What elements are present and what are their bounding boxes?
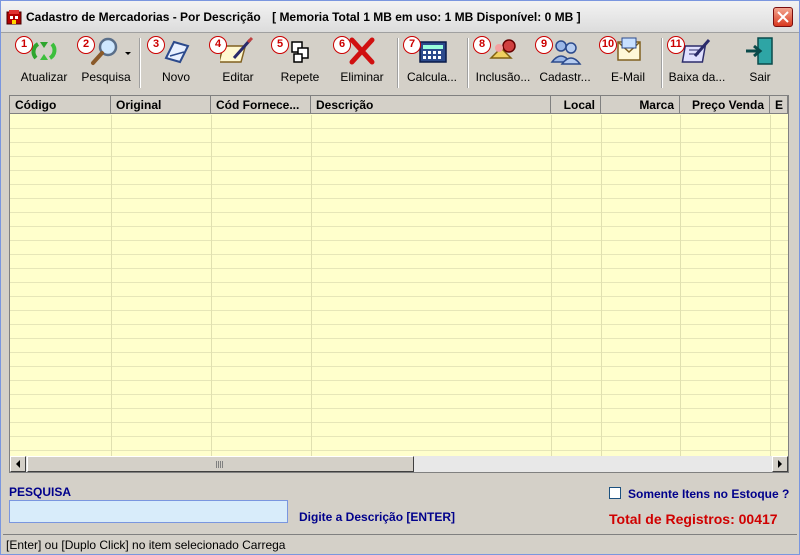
scroll-left-button[interactable] (10, 456, 26, 472)
products-grid[interactable]: Código Original Cód Fornece... Descrição… (9, 95, 789, 473)
shortcut-badge: 4 (209, 36, 227, 54)
app-icon (6, 10, 22, 25)
shortcut-badge: 2 (77, 36, 95, 54)
toolbar: 1 Atualizar 2 Pesquisa 3 Novo 4 Editar 5… (5, 34, 797, 91)
delete-button[interactable]: 6 Eliminar (333, 34, 391, 90)
repeat-button[interactable]: 5 Repete (271, 34, 329, 90)
arrow-left-icon (16, 460, 20, 468)
users-icon (550, 40, 582, 65)
toolbar-separator (397, 38, 399, 88)
download-button[interactable]: 11 Baixa da... (667, 34, 727, 90)
column-header-local[interactable]: Local (551, 96, 601, 114)
shortcut-badge: 10 (599, 36, 617, 54)
shortcut-badge: 8 (473, 36, 491, 54)
new-button[interactable]: 3 Novo (147, 34, 205, 90)
edit-button[interactable]: 4 Editar (209, 34, 267, 90)
shortcut-badge: 9 (535, 36, 553, 54)
search-button[interactable]: 2 Pesquisa (77, 34, 135, 90)
main-window: Cadastro de Mercadorias - Por Descrição … (0, 0, 800, 555)
shortcut-badge: 3 (147, 36, 165, 54)
toolbar-label: Baixa da... (668, 70, 726, 84)
shortcut-badge: 1 (15, 36, 33, 54)
column-header-codigo[interactable]: Código (10, 96, 111, 114)
scroll-right-button[interactable] (772, 456, 788, 472)
toolbar-separator (139, 38, 141, 88)
arrow-right-icon (778, 460, 782, 468)
column-header-e[interactable]: E (770, 96, 788, 114)
memory-info: [ Memoria Total 1 MB em uso: 1 MB Dispon… (272, 10, 581, 24)
horizontal-scrollbar[interactable] (10, 456, 788, 472)
scrollbar-thumb[interactable] (27, 456, 414, 472)
shortcut-badge: 5 (271, 36, 289, 54)
grid-body[interactable] (10, 115, 788, 456)
toolbar-label: Inclusão... (475, 70, 531, 84)
shortcut-badge: 11 (667, 36, 685, 54)
status-bar: [Enter] ou [Duplo Click] no item selecio… (3, 534, 797, 554)
search-hint: Digite a Descrição [ENTER] (299, 510, 456, 524)
stock-only-checkbox[interactable] (609, 487, 621, 499)
title-bar: Cadastro de Mercadorias - Por Descrição … (1, 1, 799, 33)
shortcut-badge: 7 (403, 36, 421, 54)
toolbar-label: Repete (280, 70, 320, 84)
shortcut-badge: 6 (333, 36, 351, 54)
download-icon (681, 39, 711, 63)
dropdown-arrow-icon[interactable] (125, 52, 131, 56)
toolbar-label: Calcula... (406, 70, 458, 84)
inclusion-icon (489, 39, 516, 59)
toolbar-separator (661, 38, 663, 88)
inclusion-button[interactable]: 8 Inclusão... (473, 34, 533, 90)
toolbar-label: Atualizar (20, 70, 68, 84)
status-text: [Enter] ou [Duplo Click] no item selecio… (6, 538, 286, 552)
close-button[interactable] (773, 7, 793, 27)
column-header-preco-venda[interactable]: Preço Venda (680, 96, 770, 114)
search-label: PESQUISA (9, 485, 72, 499)
total-records: Total de Registros: 00417 (609, 511, 778, 527)
column-header-original[interactable]: Original (111, 96, 211, 114)
refresh-button[interactable]: 1 Atualizar (15, 34, 73, 90)
window-title: Cadastro de Mercadorias - Por Descrição … (26, 10, 581, 24)
column-header-marca[interactable]: Marca (601, 96, 680, 114)
toolbar-label: Pesquisa (81, 70, 131, 84)
toolbar-label: Sair (749, 70, 771, 84)
window-title-text: Cadastro de Mercadorias - Por Descrição (26, 10, 261, 24)
calculator-button[interactable]: 7 Calcula... (403, 34, 461, 90)
close-icon (777, 11, 789, 23)
register-button[interactable]: 9 Cadastr... (535, 34, 595, 90)
exit-icon (746, 37, 773, 65)
grid-header: Código Original Cód Fornece... Descrição… (10, 96, 788, 114)
toolbar-label: Editar (222, 70, 254, 84)
exit-button[interactable]: Sair (731, 34, 789, 90)
column-header-cod-fornecedor[interactable]: Cód Fornece... (211, 96, 311, 114)
toolbar-label: Cadastr... (539, 70, 591, 84)
toolbar-separator (467, 38, 469, 88)
column-header-descricao[interactable]: Descrição (311, 96, 551, 114)
toolbar-label: Eliminar (340, 70, 384, 84)
toolbar-label: Novo (161, 70, 190, 84)
toolbar-label: E-Mail (610, 70, 645, 84)
search-input[interactable] (9, 500, 288, 523)
email-button[interactable]: 10 E-Mail (599, 34, 657, 90)
stock-only-label[interactable]: Somente Itens no Estoque ? (628, 487, 789, 501)
